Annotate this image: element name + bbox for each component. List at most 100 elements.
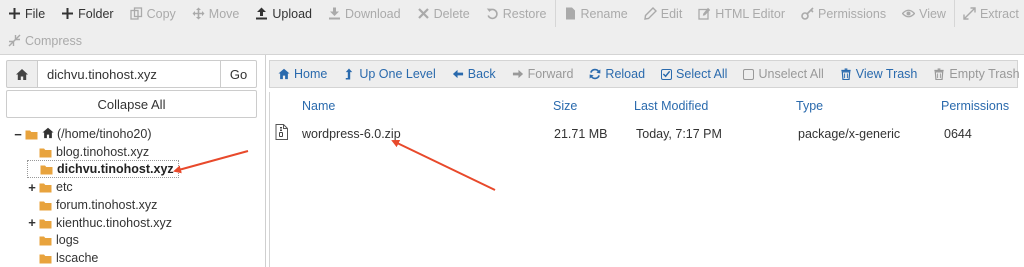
path-bar: Go — [6, 60, 257, 88]
toolbar-edit-button[interactable]: Edit — [636, 0, 691, 27]
toolbar-copy-button[interactable]: Copy — [122, 0, 184, 27]
home-icon — [16, 68, 28, 80]
tree-item[interactable]: lscache — [27, 249, 98, 267]
action-unselect-all-button[interactable]: Unselect All — [735, 61, 831, 87]
tree-item[interactable]: blog.tinohost.xyz — [27, 143, 149, 161]
tree-item-label: dichvu.tinohost.xyz — [57, 162, 174, 177]
toolbar-compress-button[interactable]: Compress — [0, 27, 90, 54]
arrow-left-icon — [452, 68, 464, 80]
tree-item[interactable]: forum.tinohost.xyz — [27, 196, 157, 214]
toolbar-button-label: Compress — [25, 33, 82, 48]
arrow-right-icon — [512, 68, 524, 80]
column-header-last-modified[interactable]: Last Modified — [634, 99, 708, 113]
action-select-all-button[interactable]: Select All — [653, 61, 735, 87]
toolbar-restore-button[interactable]: Restore — [478, 0, 555, 27]
file-permissions: 0644 — [944, 127, 972, 141]
toolbar-button-label: Permissions — [818, 6, 887, 21]
action-forward-button[interactable]: Forward — [504, 61, 582, 87]
table-row[interactable]: wordpress-6.0.zip 21.71 MB Today, 7:17 P… — [270, 120, 1019, 144]
column-header-name[interactable]: Name — [302, 99, 335, 113]
tree-item[interactable]: logs — [27, 231, 79, 249]
close-icon — [417, 7, 430, 20]
folder-icon — [39, 218, 52, 228]
tree-item-label: kienthuc.tinohost.xyz — [56, 215, 173, 230]
toolbar-button-label: File — [25, 6, 46, 21]
home-directory-button[interactable] — [6, 60, 38, 88]
action-button-label: Forward — [527, 67, 574, 81]
edit-square-icon — [698, 7, 711, 20]
collapse-toggle[interactable]: − — [13, 127, 23, 142]
toolbar-view-button[interactable]: View — [894, 0, 954, 27]
action-back-button[interactable]: Back — [444, 61, 504, 87]
tree-item-label: forum.tinohost.xyz — [56, 197, 158, 212]
tree-item[interactable]: + kienthuc.tinohost.xyz — [27, 214, 172, 232]
toolbar-html-editor-button[interactable]: HTML Editor — [690, 0, 793, 27]
directory-tree-panel: Go Collapse All − (/home/tinoho20) blog.ti… — [0, 55, 263, 267]
column-header-size[interactable]: Size — [553, 99, 577, 113]
action-up-one-level-button[interactable]: Up One Level — [335, 61, 443, 87]
action-reload-button[interactable]: Reload — [581, 61, 653, 87]
file-size: 21.71 MB — [554, 127, 608, 141]
action-button-label: Home — [294, 67, 328, 81]
expand-toggle[interactable]: + — [27, 180, 37, 195]
folder-icon — [40, 164, 53, 175]
toolbar-download-button[interactable]: Download — [320, 0, 409, 27]
tree-item-label: blog.tinohost.xyz — [56, 144, 150, 159]
home-icon — [278, 68, 290, 80]
action-button-label: Unselect All — [758, 67, 824, 81]
action-button-label: Empty Trash — [949, 67, 1020, 81]
collapse-all-button[interactable]: Collapse All — [6, 90, 257, 118]
key-icon — [801, 7, 814, 20]
toolbar-upload-button[interactable]: Upload — [247, 0, 320, 27]
column-header-type[interactable]: Type — [796, 99, 823, 113]
expand-toggle[interactable]: + — [27, 215, 37, 230]
action-button-label: View Trash — [855, 67, 918, 81]
eye-icon — [902, 7, 916, 20]
file-last-modified: Today, 7:17 PM — [636, 127, 722, 141]
trash-icon — [933, 68, 945, 80]
folder-icon — [39, 253, 52, 264]
go-button[interactable]: Go — [221, 60, 257, 88]
path-input[interactable] — [38, 60, 221, 88]
level-up-icon — [343, 68, 355, 80]
toolbar-permissions-button[interactable]: Permissions — [793, 0, 894, 27]
tree-root[interactable]: − (/home/tinoho20) — [13, 125, 152, 143]
download-icon — [328, 7, 341, 20]
toolbar-button-label: Extract — [979, 6, 1019, 21]
action-button-label: Reload — [605, 67, 646, 81]
tree-item-label: (/home/tinoho20) — [57, 127, 152, 141]
action-button-label: Up One Level — [359, 67, 436, 81]
column-header-permissions[interactable]: Permissions — [941, 99, 1009, 113]
toolbar-file-button[interactable]: File — [0, 0, 53, 27]
folder-icon — [39, 235, 52, 246]
toolbar-delete-button[interactable]: Delete — [409, 0, 478, 27]
restore-icon — [486, 7, 499, 20]
trash-icon — [840, 68, 852, 80]
file-name[interactable]: wordpress-6.0.zip — [302, 127, 401, 141]
toolbar-button-label: Copy — [146, 6, 176, 21]
action-view-trash-button[interactable]: View Trash — [832, 61, 926, 87]
folder-icon — [25, 129, 38, 140]
folder-icon — [39, 182, 52, 193]
tree-item-label: etc — [56, 180, 73, 195]
file-icon — [564, 7, 577, 20]
copy-icon — [129, 7, 143, 20]
toolbar-move-button[interactable]: Move — [184, 0, 248, 27]
toolbar-button-label: Edit — [660, 6, 683, 21]
plus-icon — [8, 7, 21, 20]
toolbar-rename-button[interactable]: Rename — [556, 0, 636, 27]
toolbar-button-label: Move — [208, 6, 240, 21]
tree-item-label: lscache — [56, 250, 99, 265]
toolbar-button-label: Rename — [580, 6, 628, 21]
compress-icon — [8, 34, 21, 47]
action-empty-trash-button[interactable]: Empty Trash — [925, 61, 1024, 87]
panel-divider[interactable] — [265, 55, 266, 267]
toolbar-button-label: Delete — [433, 6, 470, 21]
tree-item[interactable]: dichvu.tinohost.xyz — [27, 160, 179, 179]
file-manager-toolbar: File Folder Copy Move Upload Download Delete Re… — [0, 0, 1024, 55]
tree-item[interactable]: + etc — [27, 178, 73, 196]
action-home-button[interactable]: Home — [270, 61, 335, 87]
toolbar-folder-button[interactable]: Folder — [53, 0, 121, 27]
toolbar-extract-button[interactable]: Extract — [955, 0, 1024, 27]
folder-icon — [39, 200, 52, 211]
